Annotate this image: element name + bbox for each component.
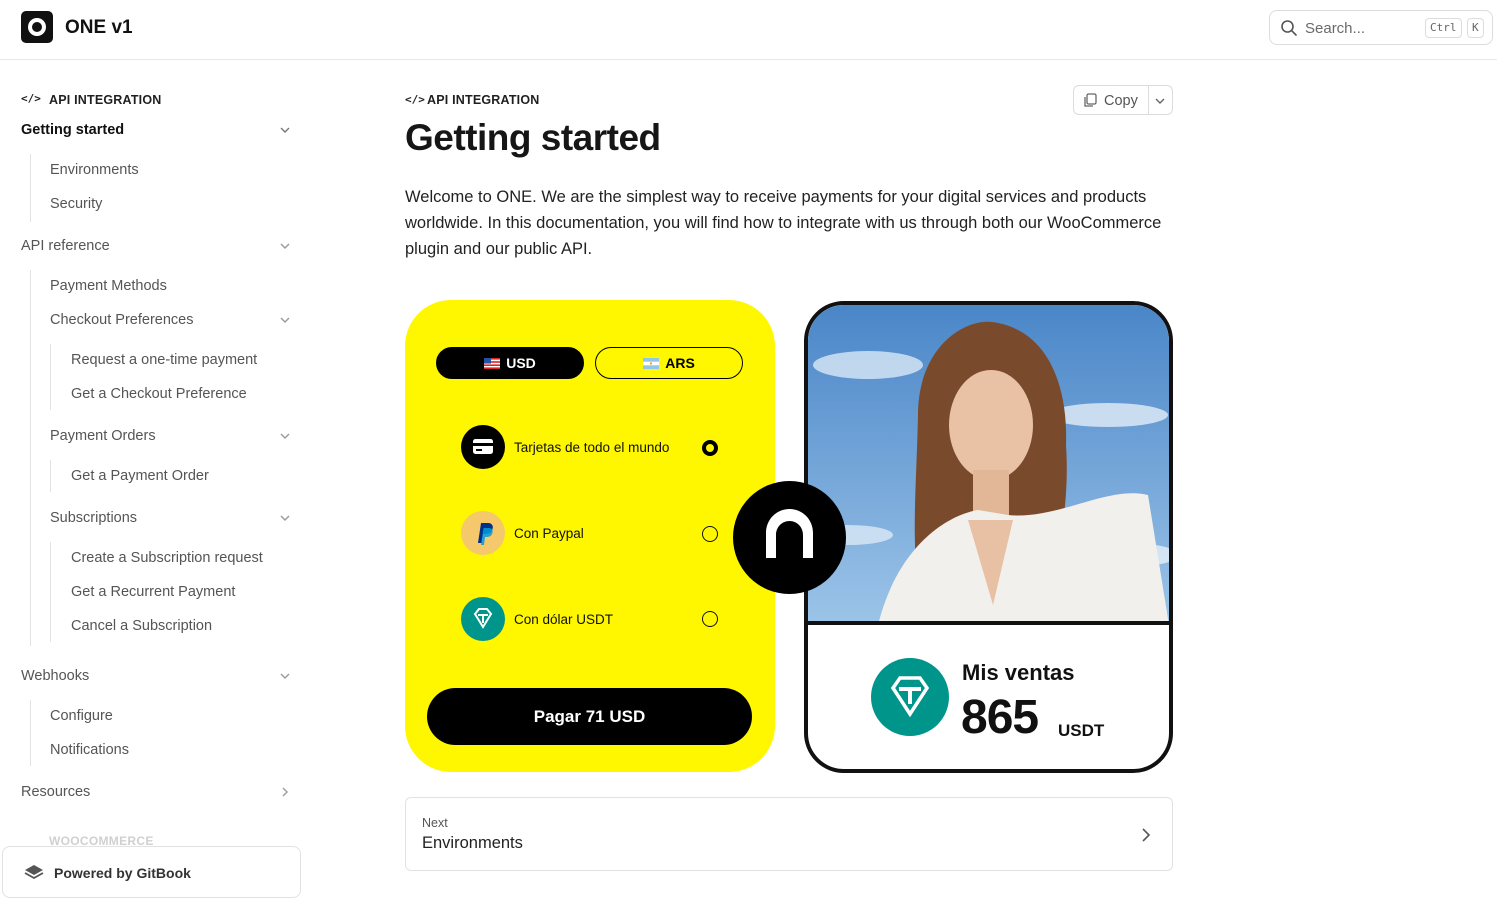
chevron-down-icon[interactable] [279,240,291,252]
sales-illustration: Mis ventas 865 USDT [804,301,1173,773]
search-input[interactable]: Search... Ctrl K [1269,10,1493,45]
top-header: ONE v1 Search... Ctrl K [0,0,1497,60]
breadcrumb: API INTEGRATION [427,93,540,107]
sidebar-item-get-checkout-preference[interactable]: Get a Checkout Preference [71,386,247,402]
one-logo-icon[interactable] [21,11,53,43]
next-page-link[interactable]: Next Environments [405,797,1173,871]
next-title: Environments [422,834,523,852]
currency-usd-pill: USD [436,347,584,379]
option-usdt-label: Con dólar USDT [514,612,614,627]
option-cards-label: Tarjetas de todo el mundo [514,440,670,455]
sidebar-item-api-reference[interactable]: API reference [21,238,110,254]
usdt-icon [461,597,505,641]
pay-button: Pagar 71 USD [427,688,752,745]
currency-usd-label: USD [506,355,536,371]
radio-empty-icon [702,611,718,627]
chevron-down-icon[interactable] [1154,95,1166,107]
woman-photo [808,305,1169,625]
sales-value: 865 [961,691,1039,744]
sidebar-item-configure[interactable]: Configure [50,708,113,724]
code-icon: </> [21,92,41,105]
sidebar-item-payment-orders[interactable]: Payment Orders [50,428,156,444]
search-icon [1281,20,1297,36]
page-title: Getting started [405,117,661,158]
next-label: Next [422,816,448,830]
checkout-illustration: USD ARS Tarjetas de todo el mundo Con Pa… [405,300,775,772]
sidebar-item-create-subscription-request[interactable]: Create a Subscription request [71,550,263,566]
chevron-down-icon[interactable] [279,430,291,442]
sidebar-item-environments[interactable]: Environments [50,162,139,178]
currency-ars-label: ARS [665,355,695,371]
copy-label: Copy [1104,93,1138,109]
radio-selected-icon [702,440,718,456]
sidebar-item-get-recurrent-payment[interactable]: Get a Recurrent Payment [71,584,235,600]
sidebar-item-security[interactable]: Security [50,196,102,212]
intro-paragraph: Welcome to ONE. We are the simplest way … [405,188,1162,258]
sidebar-item-subscriptions[interactable]: Subscriptions [50,510,137,526]
chevron-right-icon[interactable] [279,786,291,798]
copy-icon [1084,93,1097,107]
sidebar-item-notifications[interactable]: Notifications [50,742,129,758]
powered-by-gitbook-link[interactable]: Powered by GitBook [2,846,301,898]
powered-by-label: Powered by GitBook [54,865,191,881]
chevron-down-icon[interactable] [279,314,291,326]
shortcut-key-ctrl: Ctrl [1425,18,1462,38]
sales-unit: USDT [1058,721,1105,740]
sales-label: Mis ventas [962,660,1075,685]
copy-page-button[interactable]: Copy [1073,85,1173,115]
sidebar-item-checkout-preferences[interactable]: Checkout Preferences [50,312,193,328]
sidebar-item-request-one-time-payment[interactable]: Request a one-time payment [71,352,257,368]
code-icon: </> [405,93,425,106]
chevron-down-icon[interactable] [279,124,291,136]
shortcut-key-k: K [1467,18,1484,38]
option-paypal-label: Con Paypal [514,526,584,541]
chevron-right-icon [1142,828,1151,842]
gitbook-icon [24,865,44,880]
sidebar-item-getting-started[interactable]: Getting started [21,122,124,138]
sidebar-item-resources[interactable]: Resources [21,784,90,800]
us-flag-icon [484,358,501,369]
currency-ars-pill: ARS [595,347,743,379]
one-brand-icon [733,481,846,594]
search-placeholder: Search... [1305,20,1366,37]
sidebar-item-webhooks[interactable]: Webhooks [21,668,89,684]
sidebar-nav: </> API INTEGRATION Getting started Envi… [0,60,310,899]
chevron-down-icon[interactable] [279,670,291,682]
card-icon [461,425,505,469]
chevron-down-icon[interactable] [279,512,291,524]
sidebar-item-cancel-subscription[interactable]: Cancel a Subscription [71,618,212,634]
usdt-icon [871,658,949,736]
argentina-flag-icon [643,358,660,369]
sidebar-section-label: API INTEGRATION [49,93,162,107]
radio-empty-icon [702,526,718,542]
sidebar-item-payment-methods[interactable]: Payment Methods [50,278,167,294]
paypal-icon [461,511,505,555]
site-title[interactable]: ONE v1 [65,17,133,39]
sidebar-item-get-payment-order[interactable]: Get a Payment Order [71,468,209,484]
